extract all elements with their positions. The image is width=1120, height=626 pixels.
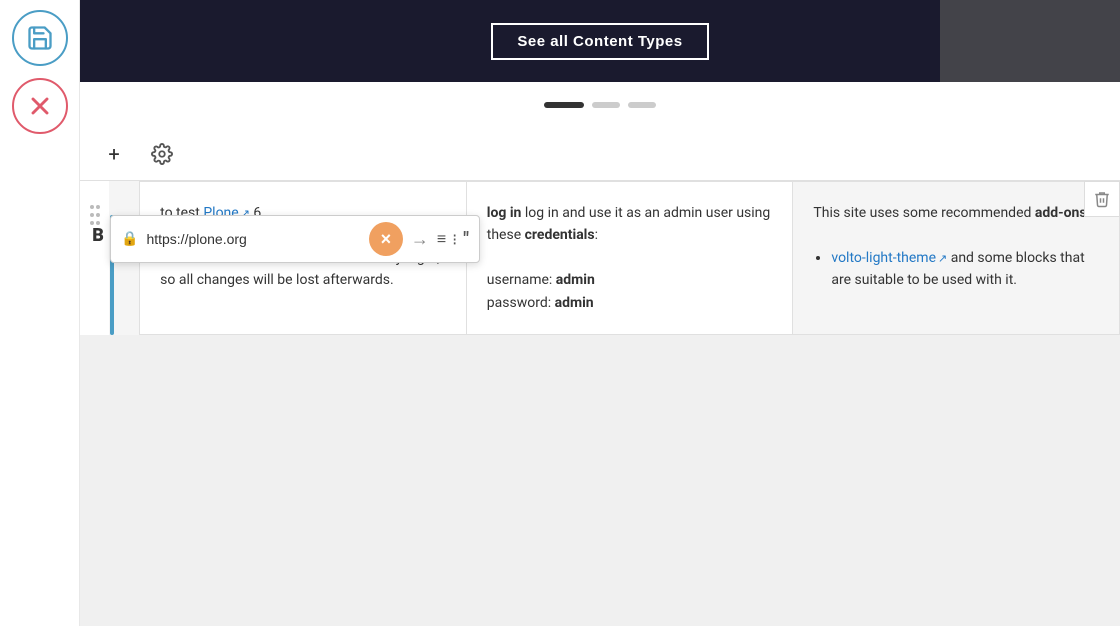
col2-username-label: username: [487,272,556,288]
carousel-dot-2[interactable] [592,102,620,108]
close-button[interactable] [12,78,68,134]
close-icon [26,92,54,120]
col2-password-value: admin [555,295,594,311]
hero-area: See all Content Types [80,0,1120,82]
sidebar [0,0,80,626]
url-format-buttons: ≡ ⁝ " [437,229,469,250]
gear-icon [151,143,173,165]
trash-icon [1093,190,1111,208]
col2-login-label: log in [487,205,522,221]
list-icon[interactable]: ≡ [437,229,446,249]
save-icon [26,24,54,52]
column-2: log in log in and use it as an admin use… [467,181,794,335]
toolbar: + [80,128,1120,181]
col2-colon: : [595,227,598,243]
col2-username-value: admin [556,272,595,288]
col2-credentials-label: credentials [525,227,595,243]
drag-handle[interactable] [80,181,109,335]
col3-external-icon: ↗ [938,252,947,265]
carousel-dot-3[interactable] [628,102,656,108]
delete-button[interactable] [1084,181,1120,217]
col3-volto-link[interactable]: volto-light-theme [831,250,936,266]
url-close-button[interactable]: × [369,222,403,256]
content-area: B 🔒 × → ≡ ⁝ " [80,181,1120,335]
url-navigate-button[interactable]: → [411,229,429,250]
url-input[interactable] [146,231,360,247]
main-content: See all Content Types + B [80,0,1120,626]
column-3: This site uses some recommended add-ons:… [793,181,1120,335]
add-block-button[interactable]: + [96,136,132,172]
carousel-dots [80,82,1120,128]
col2-password-label: password: [487,295,555,311]
carousel-dot-1[interactable] [544,102,584,108]
url-editor: 🔒 × → ≡ ⁝ " [110,215,480,263]
settings-button[interactable] [144,136,180,172]
col3-addons-label: add-ons [1035,205,1087,221]
save-button[interactable] [12,10,68,66]
lock-icon: 🔒 [121,231,138,247]
see-all-button[interactable]: See all Content Types [491,23,708,60]
quote-icon[interactable]: " [463,229,469,250]
hero-image [940,0,1120,82]
bullet-list-icon[interactable]: ⁝ [452,230,457,249]
col3-intro-text: This site uses some recommended [813,205,1034,221]
